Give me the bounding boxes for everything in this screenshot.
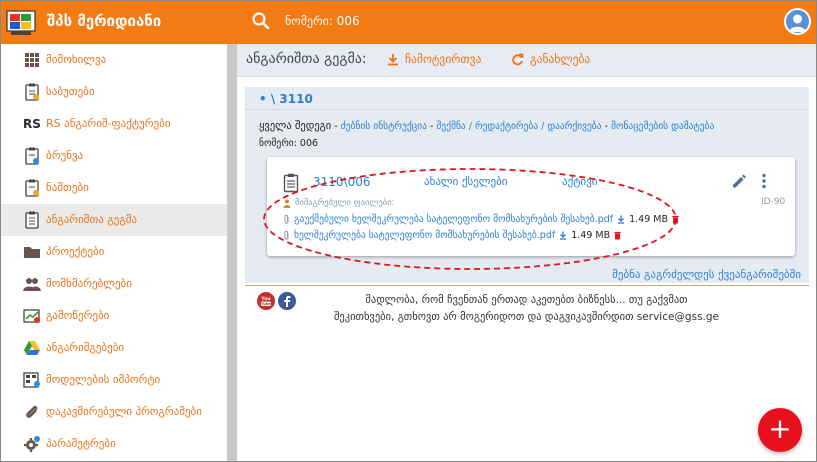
sidebar-item-label: მომხმარებლები [46,277,132,290]
sidebar-item-label: RS ანგარიშ-ფაქტურები [46,117,171,130]
sidebar-item-subscriptions[interactable]: გამოწერები [1,300,227,332]
sidebar-item-label: მოდელების იმპორტი [46,373,161,386]
refresh-icon [512,53,524,65]
toolbar: ანგარიშთა გეგმა: ჩამოტვირთვა განახლება [237,44,816,77]
import-icon [23,371,41,389]
search-instructions-link[interactable]: ძებნის ინსტრუქცია [341,121,427,132]
number-line: ნომერი: 006 [259,138,319,149]
sidebar-item-label: ანგარიშგებები [46,341,125,354]
footer-message: მადლობა, რომ ჩვენთან ერთად აკეთებთ ბიზნე… [237,292,816,326]
refresh-button[interactable]: განახლება [511,52,590,66]
sidebar-item-rs-invoices[interactable]: RS RS ანგარიშ-ფაქტურები [1,108,227,140]
chart-of-accounts-icon [23,211,41,229]
rs-invoice-icon: RS [23,117,41,131]
record-id: ID-90 [761,197,786,207]
subscriptions-icon [23,307,41,325]
sidebar-item-reports[interactable]: ანგარიშგებები [1,332,227,364]
sidebar-item-label: საბუთები [46,85,95,98]
sidebar-item-label: გამოწერები [46,309,110,322]
sidebar-item-label: ნაშთები [46,181,89,194]
download-icon [388,53,398,65]
page-title: ანგარიშთა გეგმა: [246,51,367,67]
company-number: ნომერი: 006 [285,14,360,28]
sidebar-item-label: ბრუნვა [46,149,84,162]
dashboard-icon [23,51,41,69]
sidebar-item-label: ანგარიშთა გეგმა [46,213,138,226]
paperclip-icon [23,403,41,421]
footer-divider [245,285,809,286]
folder-icon [23,243,41,261]
sidebar-item-projects[interactable]: პროექტები [1,236,227,268]
sidebar-item-model-import[interactable]: მოდელების იმპორტი [1,364,227,396]
settings-icon [23,435,41,453]
highlight-annotation [263,168,677,270]
sidebar-item-documents[interactable]: საბუთები [1,76,227,108]
download-button[interactable]: ჩამოტვირთვა [387,52,481,66]
users-icon [23,275,41,293]
sidebar: მიმოხილვა საბუთები RS RS ანგარიშ-ფაქტურე… [1,44,227,461]
sidebar-item-connected-apps[interactable]: დაკავშირებული პროგრამები [1,396,227,428]
divider [245,109,809,110]
sidebar-item-overview[interactable]: მიმოხილვა [1,44,227,76]
top-bar: შპს მერიდიანი ნომერი: 006 [1,1,816,44]
sidebar-item-balances[interactable]: ნაშთები [1,172,227,204]
sidebar-item-turnover[interactable]: ბრუნვა [1,140,227,172]
sidebar-item-label: პროექტები [46,245,105,258]
sidebar-item-label: მიმოხილვა [46,53,107,66]
all-results-link[interactable]: ყველა შედეგი [259,120,331,132]
footer-line-2: შეკითხვები, გთხოვთ არ მოგერიდოთ და დაგვი… [333,311,719,323]
refresh-label: განახლება [530,52,591,66]
download-label: ჩამოტვირთვა [405,52,482,66]
sidebar-item-chart-of-accounts[interactable]: ანგარიშთა გეგმა [1,204,227,236]
sidebar-item-settings[interactable]: პარამეტრები [1,428,227,460]
sidebar-item-users[interactable]: მომხმარებლები [1,268,227,300]
documents-icon [23,83,41,101]
sidebar-item-label: პარამეტრები [46,437,116,450]
path-links: ყველა შედეგი - ძებნის ინსტრუქცია - შექმნ… [259,120,715,132]
sidebar-item-label: დაკავშირებული პროგრამები [46,405,202,418]
footer-line-1: მადლობა, რომ ჩვენთან ერთად აკეთებთ ბიზნე… [365,294,688,306]
search-icon[interactable] [251,11,273,33]
sidebar-scroll-divider[interactable] [227,44,237,461]
add-data-link[interactable]: მონაცემების დამატება [611,121,714,132]
edit-icon[interactable] [731,173,747,193]
app-logo[interactable] [5,9,37,37]
app-title: შპს მერიდიანი [47,12,162,30]
breadcrumb[interactable]: • \ 3110 [259,92,313,106]
drive-icon [23,339,41,357]
balances-icon [23,179,41,197]
create-edit-archive-link[interactable]: შექმნა / რედაქტირება / დაარქივება [436,121,601,132]
user-avatar[interactable] [784,8,811,35]
turnover-icon [23,147,41,165]
add-button[interactable]: + [758,408,802,452]
more-options-icon[interactable] [761,173,767,193]
